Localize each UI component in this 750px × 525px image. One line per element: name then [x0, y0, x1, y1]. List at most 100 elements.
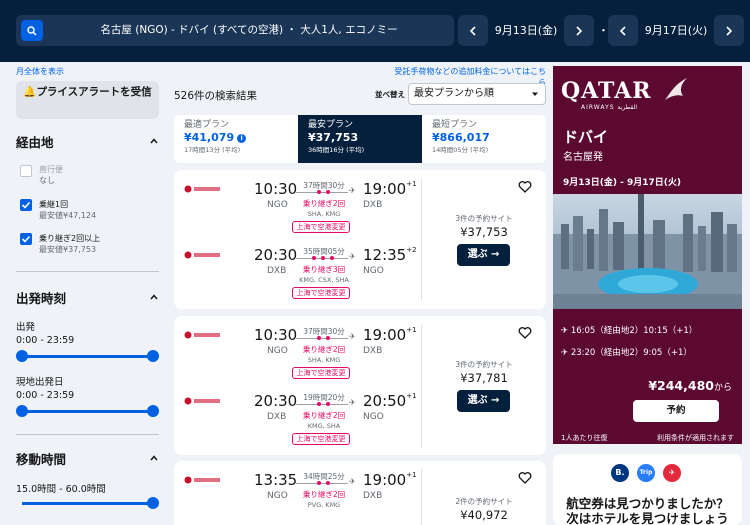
ad-price-value: ¥244,480 [648, 378, 714, 393]
day-offset: +1 [406, 180, 417, 188]
flight-result-card[interactable]: 10:30 NGO 37時間30分 ✈ 乗り継ぎ2回 SHA, KMG 上海で空… [174, 316, 546, 455]
ad-return-flight: ✈ 23:20（経由地2）9:05（+1） [561, 346, 692, 358]
tab-fastest[interactable]: 最短プラン ¥866,017 14時間05分 (平均) [422, 115, 546, 163]
check-icon [21, 201, 31, 209]
ad-price-suffix: から [713, 383, 732, 393]
route-line [296, 483, 348, 484]
chevron-right-icon [726, 25, 733, 36]
dubai-skyline-image [553, 194, 742, 309]
depart-prev-button[interactable] [458, 15, 488, 46]
stop-dot [317, 402, 321, 406]
chevron-right-icon [576, 25, 583, 36]
sort-select[interactable]: 最安プランから順 [408, 83, 546, 105]
top-search-bar: 名古屋 (NGO) - ドバイ (すべての空港) ・ 大人1人, エコノミー 9… [0, 0, 750, 62]
arrival-airport: DXB [363, 491, 383, 501]
flight-leg-return: 20:30 DXB 19時間20分 ✈ 乗り継ぎ2回 KMG, SHA 上海で空… [174, 382, 421, 452]
return-slider-max-handle[interactable] [147, 405, 159, 417]
select-button[interactable]: 選ぶ → [457, 390, 510, 412]
duration-filter-title[interactable]: 移動時間 [16, 449, 66, 468]
stops-one-checkbox[interactable] [20, 199, 32, 211]
stops-nonstop-checkbox[interactable] [20, 165, 32, 177]
outbound-time-slider[interactable] [22, 355, 153, 358]
search-summary-pill[interactable]: 名古屋 (NGO) - ドバイ (すべての空港) ・ 大人1人, エコノミー [16, 15, 454, 46]
hotel-promo-card[interactable]: B. Trip ✈ 航空券は見つかりましたか？ 次はホテルを見つけましょう [553, 454, 742, 525]
departure-airport: DXB [267, 266, 287, 276]
card-divider [421, 178, 422, 301]
ad-return-text: 23:20（経由地2）9:05（+1） [570, 348, 692, 358]
ad-outbound-text: 16:05（経由地2）10:15（+1） [570, 326, 698, 336]
arrival-airport: NGO [363, 266, 384, 276]
bell-icon: 🔔 [23, 86, 37, 98]
duration-slider-handle[interactable] [147, 497, 159, 509]
depart-next-button[interactable] [564, 15, 594, 46]
search-icon [27, 25, 37, 36]
stops-count: 乗り継ぎ2回 [302, 345, 346, 354]
tab-fastest-price: ¥866,017 [432, 131, 490, 144]
departure-time: 13:35 [254, 471, 298, 489]
arrival-time: 19:00+1 [363, 326, 417, 344]
return-prev-button[interactable] [608, 15, 638, 46]
qatar-airways-ad[interactable]: QATAR AIRWAYS القطرية ドバイ 名古屋発 9月13日(金) … [553, 66, 742, 444]
arrival-time: 19:00+1 [363, 180, 417, 198]
search-query-text: 名古屋 (NGO) - ドバイ (すべての空港) ・ 大人1人, エコノミー [100, 24, 398, 36]
select-button[interactable]: 選ぶ → [457, 244, 510, 266]
return-time-slider[interactable] [22, 410, 153, 413]
day-offset: +1 [406, 326, 417, 334]
stops-nonstop-sub: なし [39, 176, 55, 185]
search-button[interactable] [21, 20, 43, 41]
heart-icon[interactable] [518, 326, 532, 340]
heart-icon[interactable] [518, 471, 532, 485]
ad-terms-note[interactable]: 利用条件が適用されます [657, 433, 734, 443]
depart-date[interactable]: 9月13日(金) [492, 15, 560, 46]
return-slider-min-handle[interactable] [16, 405, 28, 417]
ad-outbound-flight: ✈ 16:05（経由地2）10:15（+1） [561, 324, 697, 336]
heart-icon[interactable] [518, 180, 532, 194]
show-whole-month-link[interactable]: 月全体を表示 [16, 66, 64, 77]
arrival-time: 12:35+2 [363, 246, 417, 264]
agoda-logo-icon: ✈ [663, 464, 681, 482]
tab-best-label: 最適プラン [184, 120, 230, 130]
outbound-slider-max-handle[interactable] [147, 350, 159, 362]
airport-change-badge: 上海で空港変更 [292, 287, 350, 299]
return-next-button[interactable] [714, 15, 744, 46]
stops-two-plus-checkbox[interactable] [20, 233, 32, 245]
ad-book-button[interactable]: 予約 [633, 400, 719, 422]
flight-duration: 34時間25分 [303, 472, 345, 481]
route-line [296, 338, 348, 339]
stops-two-plus-label: 乗り継ぎ2回以上 最安値¥37,753 [39, 233, 100, 255]
tab-best-price: ¥41,079 [184, 131, 235, 144]
return-date[interactable]: 9月17日(火) [642, 15, 710, 46]
stops-one-sub: 最安値¥47,124 [39, 211, 97, 220]
flight-duration: 37時間30分 [303, 181, 345, 190]
card-price: ¥40,972 [460, 508, 508, 522]
chevron-up-icon[interactable] [150, 293, 158, 301]
duration-slider[interactable] [22, 502, 153, 505]
duration-range: 15.0時間 - 60.0時間 [16, 484, 106, 495]
plane-icon: ✈ [349, 477, 356, 486]
stops-filter-title[interactable]: 経由地 [16, 132, 54, 151]
outbound-slider-min-handle[interactable] [16, 350, 28, 362]
airport-change-badge: 上海で空港変更 [292, 433, 350, 445]
chevron-left-icon [469, 25, 476, 36]
chevron-up-icon[interactable] [150, 137, 158, 145]
booking-sites-count: 3件の予約サイト [455, 214, 513, 223]
info-icon[interactable]: i [237, 133, 247, 143]
flight-result-card[interactable]: 10:30 NGO 37時間30分 ✈ 乗り継ぎ2回 SHA, KMG 上海で空… [174, 170, 546, 309]
booking-sites-count: 3件の予約サイト [455, 360, 513, 369]
hotel-promo-text: 航空券は見つかりましたか？ 次はホテルを見つけましょう [553, 496, 742, 525]
stop-dot [326, 190, 330, 194]
flight-result-card[interactable]: 13:35 NGO 34時間25分 ✈ 乗り継ぎ2回 PVG, KMG 19:0… [174, 461, 546, 525]
stops-one-label: 乗継1回 最安値¥47,124 [39, 199, 96, 221]
tab-best[interactable]: 最適プラン ¥41,079 i 17時間13分 (平均) [174, 115, 298, 163]
depart-time-filter-title[interactable]: 出発時刻 [16, 288, 66, 307]
chevron-up-icon[interactable] [150, 454, 158, 462]
flight-duration: 37時間30分 [303, 327, 345, 336]
tab-cheapest-label: 最安プラン [308, 120, 354, 130]
airport-change-badge: 上海で空港変更 [292, 221, 350, 233]
ad-dates: 9月13日(金) - 9月17日(火) [563, 178, 682, 188]
price-alert-button[interactable]: 🔔プライスアラートを受信 [16, 81, 159, 119]
outbound-time-range: 0:00 - 23:59 [16, 335, 75, 346]
stops-count: 乗り継ぎ2回 [302, 411, 346, 420]
stops-two-plus-sub: 最安値¥37,753 [39, 245, 97, 254]
tab-cheapest[interactable]: 最安プラン ¥37,753 36時間16分 (平均) [298, 115, 422, 163]
